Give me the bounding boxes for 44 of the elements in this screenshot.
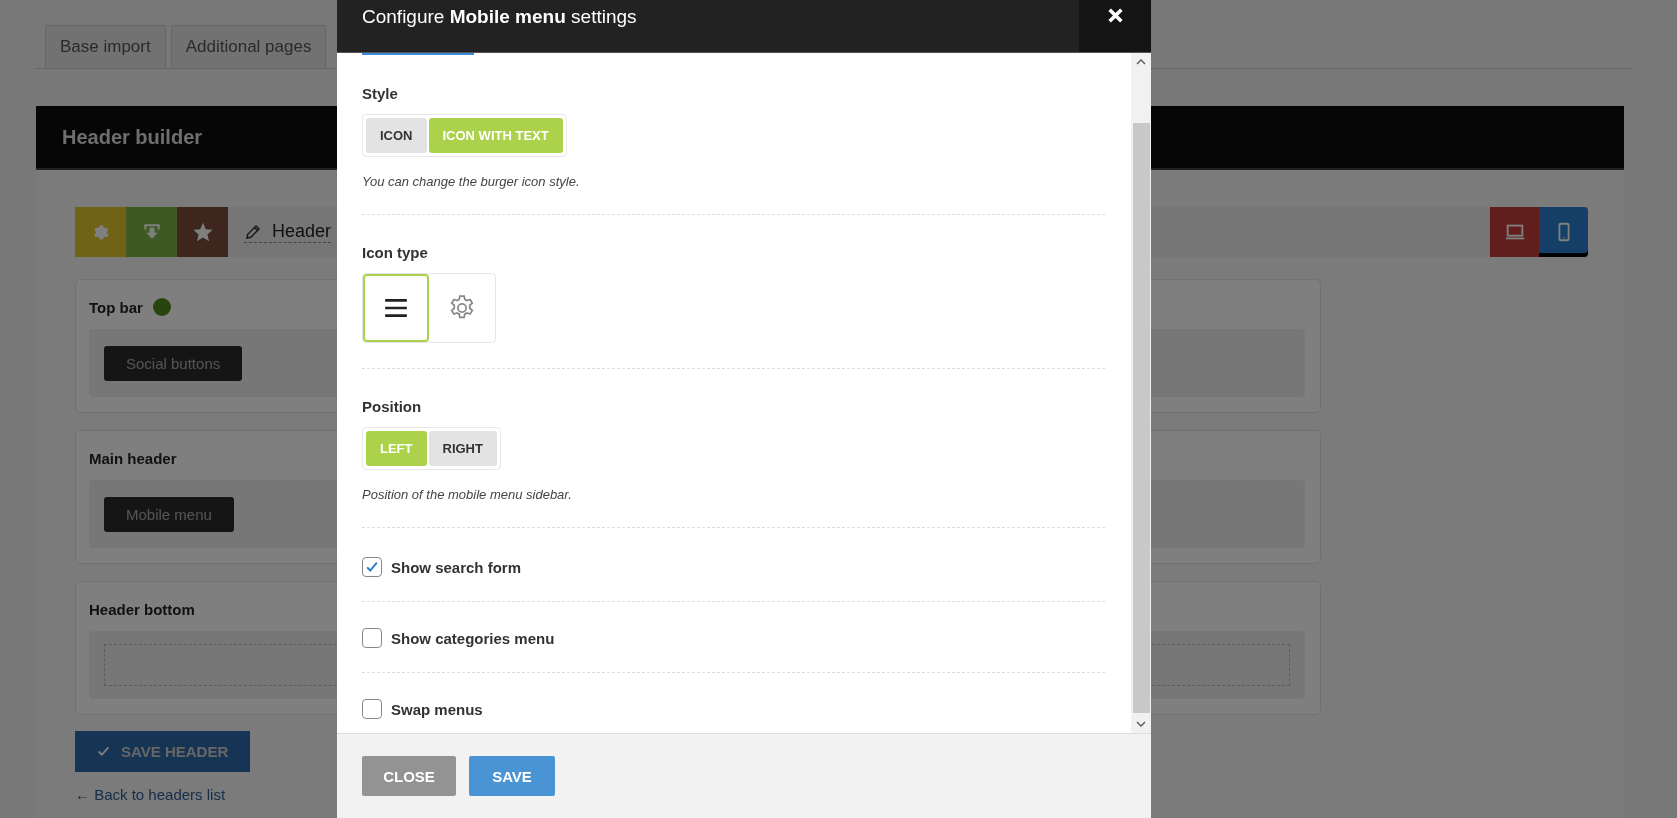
check-icon: [97, 745, 110, 758]
scroll-down-icon[interactable]: [1136, 721, 1146, 727]
close-icon: [1106, 7, 1124, 24]
checkbox[interactable]: [362, 557, 382, 577]
tab[interactable]: Base import: [45, 25, 166, 68]
row-title: Header bottom: [89, 600, 195, 618]
element-button[interactable]: Social buttons: [104, 345, 243, 381]
tab[interactable]: Additional pages: [170, 25, 327, 68]
checkbox[interactable]: [362, 699, 382, 719]
download-button[interactable]: [126, 207, 177, 257]
pencil-icon: [244, 222, 262, 241]
close-button[interactable]: CLOSE: [362, 756, 456, 796]
phone-button[interactable]: [1539, 207, 1588, 257]
segment-option[interactable]: RIGHT: [428, 431, 497, 466]
dialog-title: Configure Mobile menu settings: [361, 5, 638, 28]
segment-option[interactable]: ICON WITH TEXT: [428, 118, 563, 153]
panel-title: Header builder: [62, 125, 203, 149]
checkbox-label: Swap menus: [391, 700, 483, 718]
row-title: Main header: [89, 449, 177, 467]
row-title: Top bar: [89, 298, 143, 316]
check-icon: [365, 560, 379, 574]
star-icon: [191, 221, 214, 243]
field-label: Icon type: [362, 244, 429, 261]
menu-option[interactable]: [363, 274, 429, 342]
checkbox[interactable]: [362, 628, 382, 648]
close-button[interactable]: [1079, 0, 1151, 52]
field-label: Position: [362, 398, 423, 415]
field-hint: Position of the mobile menu sidebar.: [362, 487, 573, 502]
segment-option[interactable]: LEFT: [366, 431, 427, 466]
star-button[interactable]: [177, 207, 228, 257]
back-link[interactable]: ← Back to headers list: [75, 786, 226, 803]
scroll-up-icon[interactable]: [1136, 59, 1146, 65]
save-button[interactable]: SAVE: [469, 756, 555, 796]
header-name-field[interactable]: Header: [244, 221, 332, 243]
laptop-button[interactable]: [1490, 207, 1539, 257]
segment-option[interactable]: ICON: [366, 118, 427, 153]
scrollbar[interactable]: [1131, 53, 1151, 733]
field-hint: You can change the burger icon style.: [362, 174, 581, 189]
checkbox-label: Show search form: [391, 558, 522, 576]
scrollbar-thumb[interactable]: [1132, 123, 1150, 713]
field-label: Style: [362, 85, 399, 102]
element-button[interactable]: Mobile menu: [104, 496, 234, 532]
save-header-button[interactable]: SAVE HEADER: [75, 731, 251, 772]
checkbox-label: Show categories menu: [391, 629, 555, 647]
